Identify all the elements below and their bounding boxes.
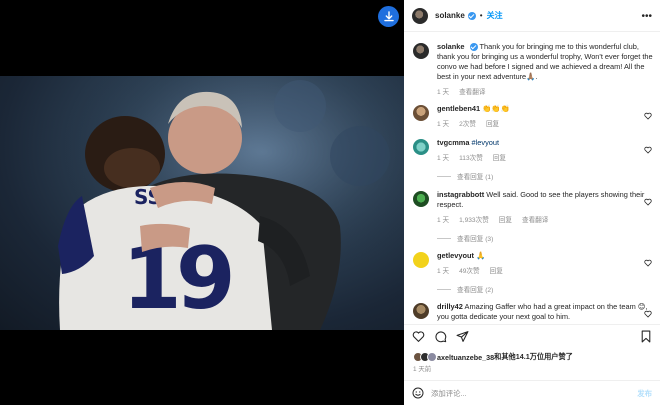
replies-divider — [437, 237, 451, 239]
comment-meta: 1 天 49次赞 回复 — [437, 265, 653, 275]
comment-text: instagrabbott Well said. Good to see the… — [437, 190, 653, 210]
comment-item: getlevyout 🙏 1 天 49次赞 回复 查看回复 (2) — [413, 251, 653, 294]
post-actions — [404, 324, 660, 348]
comment-text: gentleben41 👏👏👏 — [437, 104, 653, 114]
comment-input[interactable] — [431, 388, 611, 398]
commenter-username[interactable]: getlevyout — [437, 251, 474, 260]
view-replies-button[interactable]: 查看回复 (1) — [437, 171, 653, 181]
caption-avatar[interactable] — [413, 43, 429, 59]
caption-meta: 1 天 查看翻译 — [437, 86, 653, 96]
comment-text: drilly42 Amazing Gaffer who had a great … — [437, 302, 653, 322]
commenter-avatar[interactable] — [413, 105, 429, 121]
commenter-username[interactable]: gentleben41 — [437, 104, 480, 113]
liker-avatar — [427, 352, 437, 362]
comment-likes[interactable]: 2次赞 — [459, 118, 476, 128]
commenter-username[interactable]: drilly42 — [437, 302, 463, 311]
author-username[interactable]: solanke — [435, 11, 465, 20]
download-icon — [383, 10, 394, 21]
likes-count-text[interactable]: 和其他14.1万位用户赞了 — [494, 352, 573, 362]
view-replies-label: 查看回复 (1) — [457, 174, 494, 181]
comment-text: getlevyout 🙏 — [437, 251, 653, 261]
comment-meta: 1 天 2次赞 回复 — [437, 118, 653, 128]
bookmark-icon — [641, 330, 651, 343]
like-comment-heart-icon[interactable] — [644, 310, 652, 318]
comment-meta: 1 天 113次赞 回复 — [437, 152, 653, 162]
post-photo-illustration: 19 SS — [0, 76, 404, 330]
comment-text: tvgcmma #levyout — [437, 138, 653, 148]
author-avatar[interactable] — [412, 7, 428, 24]
comment-time: 1 天 — [437, 155, 450, 162]
more-options-icon[interactable]: ••• — [641, 11, 652, 22]
post-timestamp: 1 天前 — [413, 366, 432, 373]
separator-dot: • — [479, 11, 483, 20]
commenter-avatar[interactable] — [413, 252, 429, 268]
caption: solanke Thank you for bringing me to thi… — [413, 42, 653, 96]
commenter-username[interactable]: tvgcmma — [437, 138, 469, 147]
translate-link[interactable]: 查看翻译 — [522, 214, 548, 224]
caption-text: solanke Thank you for bringing me to thi… — [437, 42, 653, 82]
share-button[interactable] — [456, 330, 469, 343]
commenter-username[interactable]: instagrabbott — [437, 190, 484, 199]
replies-divider — [437, 288, 451, 290]
hashtag-link[interactable]: #levyout — [472, 138, 500, 147]
comment-meta: 1 天 1,933次赞 回复 查看翻译 — [437, 214, 653, 224]
comment-likes[interactable]: 1,933次赞 — [459, 214, 489, 224]
comment-time: 1 天 — [437, 121, 450, 128]
comment-body: 🙏 — [476, 251, 486, 260]
liker-avatars — [413, 352, 437, 362]
post-photo[interactable]: 19 SS — [0, 76, 404, 330]
follow-button[interactable]: 关注 — [487, 10, 503, 21]
caption-username[interactable]: solanke — [437, 42, 465, 51]
likes-summary[interactable]: axeltuanzebe_38 和其他14.1万位用户赞了 — [413, 352, 573, 362]
view-replies-button[interactable]: 查看回复 (2) — [437, 284, 653, 294]
comment-item: tvgcmma #levyout 1 天 113次赞 回复 查看回复 (1) — [413, 138, 653, 181]
add-comment-bar: 发布 — [404, 380, 660, 405]
comment-likes[interactable]: 113次赞 — [459, 152, 483, 162]
view-replies-button[interactable]: 查看回复 (3) — [437, 233, 653, 243]
post-comment-button[interactable]: 发布 — [637, 388, 652, 399]
comment-item: instagrabbott Well said. Good to see the… — [413, 190, 653, 243]
commenter-avatar[interactable] — [413, 191, 429, 207]
caption-time: 1 天 — [437, 89, 450, 96]
send-icon — [456, 331, 469, 342]
liker-username[interactable]: axeltuanzebe_38 — [437, 353, 494, 362]
comment-item: drilly42 Amazing Gaffer who had a great … — [413, 302, 653, 322]
like-comment-heart-icon[interactable] — [644, 112, 652, 120]
download-button[interactable] — [378, 6, 399, 27]
emoji-icon[interactable] — [412, 387, 424, 399]
post-side-panel: solanke • 关注 ••• solanke Thank you for b… — [404, 0, 660, 405]
view-replies-label: 查看回复 (2) — [457, 287, 494, 294]
comment-bubble-icon — [435, 331, 447, 343]
comment-item: gentleben41 👏👏👏 1 天 2次赞 回复 — [413, 104, 653, 128]
view-replies-label: 查看回复 (3) — [457, 236, 494, 243]
comments-list[interactable]: solanke Thank you for bringing me to thi… — [404, 32, 660, 324]
save-button[interactable] — [640, 330, 652, 343]
comment-time: 1 天 — [437, 217, 450, 224]
translate-link[interactable]: 查看翻译 — [459, 86, 485, 96]
media-panel: 19 SS — [0, 0, 404, 405]
comment-likes[interactable]: 49次赞 — [459, 265, 480, 275]
like-comment-heart-icon[interactable] — [644, 198, 652, 206]
verified-badge-icon — [469, 43, 478, 52]
post-header: solanke • 关注 ••• — [404, 0, 660, 32]
comment-body: 👏👏👏 — [482, 104, 510, 113]
reply-button[interactable]: 回复 — [499, 214, 512, 224]
comment-button[interactable] — [434, 330, 447, 343]
comment-time: 1 天 — [437, 268, 450, 275]
reply-button[interactable]: 回复 — [490, 265, 503, 275]
like-comment-heart-icon[interactable] — [644, 146, 652, 154]
like-button[interactable] — [412, 330, 425, 343]
commenter-avatar[interactable] — [413, 139, 429, 155]
verified-badge-icon — [467, 11, 476, 20]
heart-icon — [412, 331, 425, 343]
reply-button[interactable]: 回复 — [493, 152, 506, 162]
like-comment-heart-icon[interactable] — [644, 259, 652, 267]
replies-divider — [437, 175, 451, 177]
reply-button[interactable]: 回复 — [486, 118, 499, 128]
comment-body: Amazing Gaffer who had a great impact on… — [437, 302, 648, 321]
commenter-avatar[interactable] — [413, 303, 429, 319]
